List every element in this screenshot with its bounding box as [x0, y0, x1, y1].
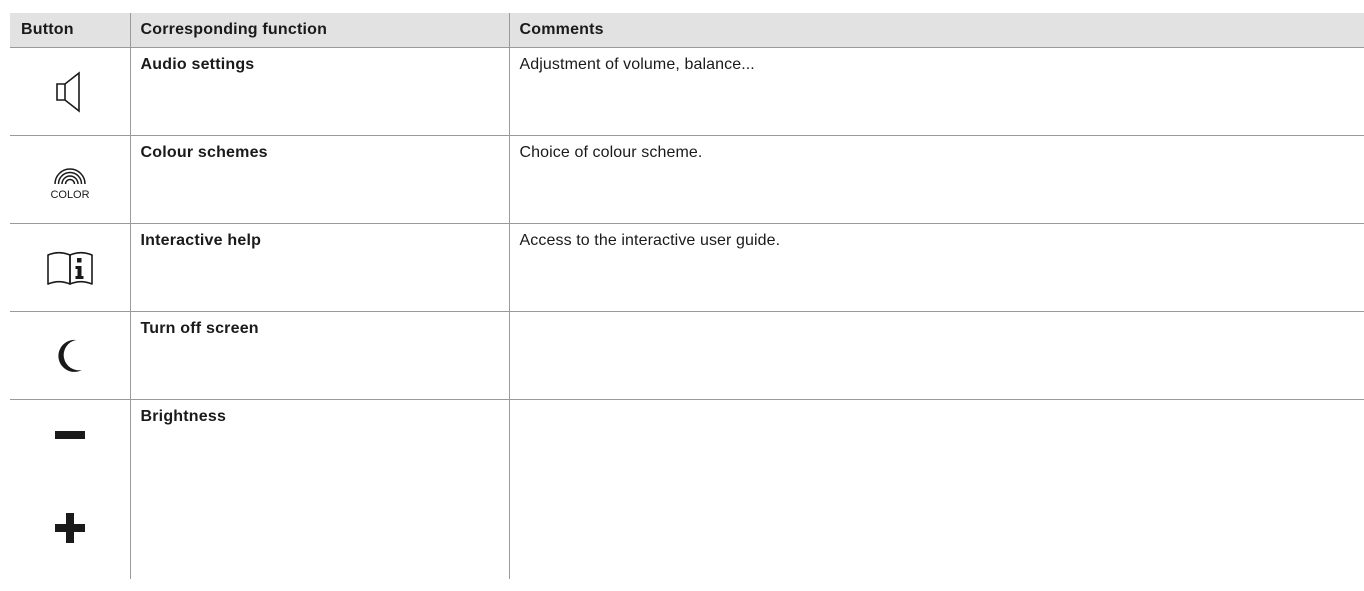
function-cell: Brightness: [130, 399, 510, 579]
color-rainbow-icon: COLOR: [50, 167, 89, 201]
table-row: Audio settings Adjustment of volume, bal…: [10, 47, 1364, 136]
speaker-icon: [55, 70, 80, 113]
color-icon-text: COLOR: [50, 189, 89, 201]
function-label: Audio settings: [140, 56, 255, 73]
button-functions-table: Button Corresponding function Comments A…: [10, 13, 1364, 579]
table-row: Turn off screen: [10, 311, 1364, 400]
table-row: COLOR Colour schemes Choice of colour sc…: [10, 135, 1364, 224]
function-label: Turn off screen: [140, 320, 259, 337]
function-cell: Colour schemes: [130, 135, 510, 224]
comment-text: Adjustment of volume, balance...: [519, 56, 755, 73]
table-header-row: Button Corresponding function Comments: [10, 13, 1364, 48]
comment-cell: [509, 311, 1364, 400]
button-cell: [10, 399, 131, 579]
table-row: Brightness: [10, 399, 1364, 580]
plus-icon: [54, 513, 85, 543]
comment-text: Access to the interactive user guide.: [519, 232, 781, 249]
function-cell: Turn off screen: [130, 311, 510, 400]
comment-cell: [509, 400, 1364, 580]
button-cell: [10, 311, 131, 400]
comment-cell: Adjustment of volume, balance...: [509, 47, 1364, 136]
table-row: Interactive help Access to the interacti…: [10, 223, 1364, 312]
button-cell: [10, 223, 131, 312]
function-cell: Audio settings: [130, 47, 510, 136]
comment-text: Choice of colour scheme.: [519, 144, 703, 161]
function-label: Colour schemes: [140, 144, 268, 161]
button-cell: [10, 47, 131, 136]
header-comments: Comments: [509, 13, 1364, 48]
function-label: Brightness: [140, 408, 227, 425]
function-cell: Interactive help: [130, 223, 510, 312]
comment-cell: Choice of colour scheme.: [509, 135, 1364, 224]
header-function: Corresponding function: [130, 13, 510, 48]
button-cell: COLOR: [10, 135, 131, 224]
header-button: Button: [10, 13, 131, 48]
comment-cell: Access to the interactive user guide.: [509, 223, 1364, 312]
function-label: Interactive help: [140, 232, 262, 249]
interactive-help-book-icon: [46, 251, 93, 285]
minus-icon: [54, 431, 85, 439]
moon-icon: [58, 339, 82, 372]
